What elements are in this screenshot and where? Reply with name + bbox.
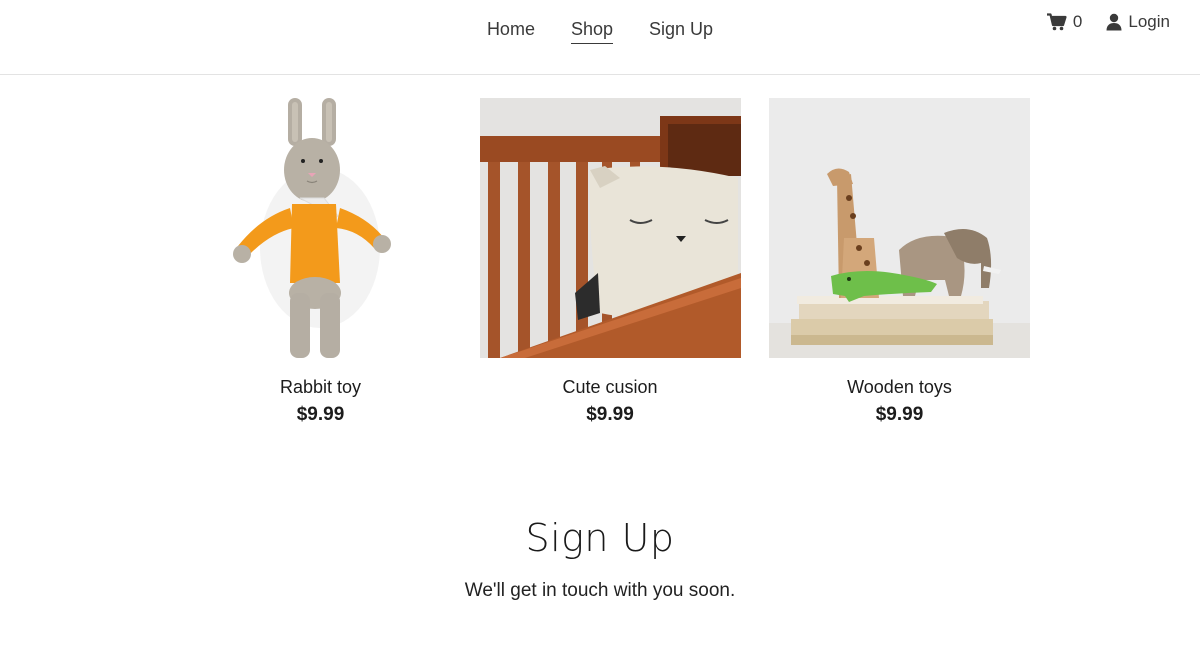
- product-price: $9.99: [586, 404, 634, 425]
- product-name[interactable]: Cute cusion: [480, 375, 741, 399]
- product-card[interactable]: Rabbit toy $9.99: [190, 98, 451, 427]
- nav-signup-link[interactable]: Sign Up: [649, 17, 713, 44]
- product-grid: Rabbit toy $9.99 Cute cusion $9.99 Woode…: [190, 98, 1030, 427]
- nav-home-link[interactable]: Home: [487, 17, 535, 44]
- header-actions: 0 Login: [1046, 12, 1170, 32]
- cart-count: 0: [1072, 12, 1083, 31]
- nav-shop-link[interactable]: Shop: [570, 17, 613, 44]
- cart-button[interactable]: 0: [1046, 12, 1083, 32]
- signup-title: Sign Up: [525, 516, 675, 560]
- user-icon: [1106, 13, 1122, 31]
- site-header: Home Shop Sign Up 0 Login: [0, 0, 1200, 75]
- product-card[interactable]: Wooden toys $9.99: [769, 98, 1030, 427]
- product-image-rabbit-toy[interactable]: [190, 98, 451, 358]
- signup-subtitle: We'll get in touch with you soon.: [464, 580, 736, 601]
- signup-section: Sign Up We'll get in touch with you soon…: [0, 515, 1200, 603]
- login-label: Login: [1128, 12, 1170, 31]
- product-name[interactable]: Rabbit toy: [190, 375, 451, 399]
- product-name[interactable]: Wooden toys: [769, 375, 1030, 399]
- product-image-cute-cusion[interactable]: [479, 98, 741, 358]
- product-card[interactable]: Cute cusion $9.99: [479, 98, 741, 427]
- cart-icon: [1046, 13, 1067, 31]
- main-nav: Home Shop Sign Up: [0, 17, 1200, 44]
- login-button[interactable]: Login: [1106, 12, 1170, 32]
- product-price: $9.99: [296, 404, 345, 425]
- product-price: $9.99: [875, 404, 924, 425]
- product-image-wooden-toys[interactable]: [769, 98, 1030, 358]
